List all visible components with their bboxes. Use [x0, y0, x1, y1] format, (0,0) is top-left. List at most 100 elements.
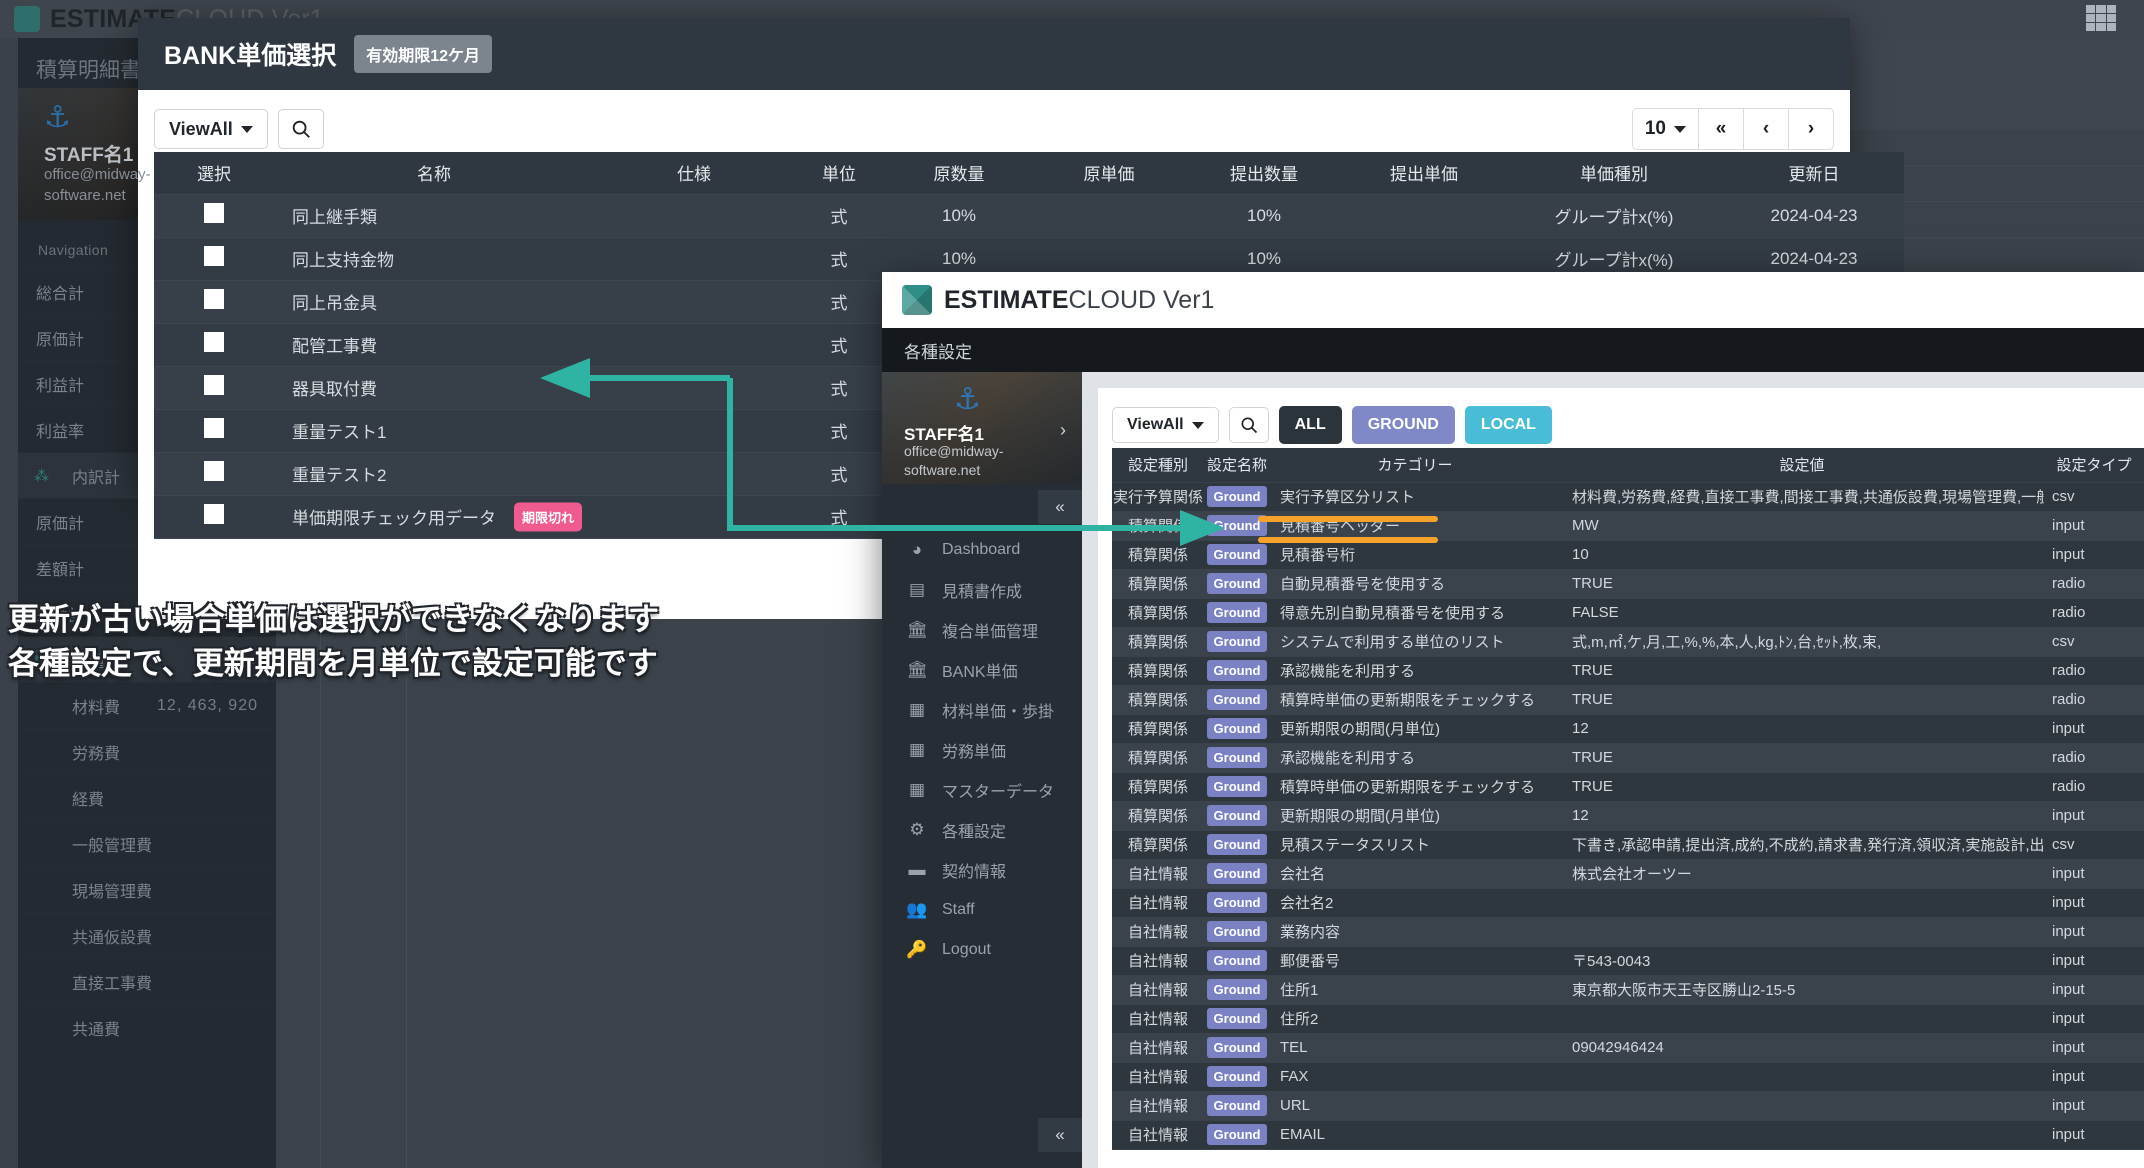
table-row[interactable]: 積算関係 Ground 積算時単価の更新期限をチェックする TRUE radio [1112, 685, 2144, 715]
table-row[interactable]: 積算関係 Ground 自動見積番号を使用する TRUE radio [1112, 569, 2144, 599]
table-row[interactable]: 積算関係 Ground システムで利用する単位のリスト 式,m,㎡,ケ,月,工,%,%… [1112, 627, 2144, 657]
sidebar-item-複合単価管理[interactable]: 🏛 複合単価管理 [882, 610, 1082, 650]
row-checkbox-cell[interactable] [154, 452, 274, 496]
table-row[interactable]: 自社情報 Ground FAX input [1112, 1062, 2144, 1092]
table-row[interactable]: 自社情報 Ground 郵便番号 〒543-0043 input [1112, 946, 2144, 976]
column-header[interactable]: 仕様 [594, 152, 794, 195]
background-nav-row[interactable]: 共通費 [18, 1004, 276, 1050]
column-header[interactable]: 設定種別 [1112, 448, 1204, 483]
cell-category: 見積番号桁 [1270, 540, 1560, 570]
sidebar-item-logout[interactable]: 🔑 Logout [882, 930, 1082, 970]
row-checkbox-cell[interactable] [154, 280, 274, 324]
table-row[interactable]: 積算関係 Ground 更新期限の期間(月単位) 12 input [1112, 801, 2144, 831]
background-nav-row[interactable]: 経費 [18, 774, 276, 820]
chevron-down-icon[interactable]: ⌄ [245, 650, 258, 670]
table-row[interactable]: 積算関係 Ground 得意先別自動見積番号を使用する FALSE radio [1112, 598, 2144, 628]
row-checkbox[interactable] [204, 375, 224, 395]
row-checkbox[interactable] [204, 504, 224, 524]
cell-setting-kind: 自社情報 [1112, 1062, 1204, 1092]
next-page-button[interactable]: › [1788, 108, 1834, 150]
table-row[interactable]: 自社情報 Ground 会社名2 input [1112, 888, 2144, 918]
background-nav-row[interactable]: 労務費 [18, 728, 276, 774]
table-row[interactable]: 自社情報 Ground 住所1 東京都大阪市天王寺区勝山2-15-5 input [1112, 975, 2144, 1005]
sidebar-item-マスターデータ[interactable]: ▦ マスターデータ [882, 770, 1082, 810]
sidebar-collapse-button-bottom[interactable]: « [1038, 1118, 1082, 1152]
background-nav-row[interactable]: 直接工事費 [18, 958, 276, 1004]
row-checkbox[interactable] [204, 289, 224, 309]
key-icon: 🔑 [906, 940, 928, 959]
table-row[interactable]: 自社情報 Ground TEL 09042946424 input [1112, 1033, 2144, 1063]
background-nav-row[interactable]: 現場管理費 [18, 866, 276, 912]
background-nav-row[interactable]: 材料費 12, 463, 920 [18, 682, 276, 728]
column-header[interactable]: 単位 [794, 152, 884, 195]
sidebar-collapse-button-top[interactable]: « [1038, 490, 1082, 524]
table-row[interactable]: 自社情報 Ground EMAIL input [1112, 1120, 2144, 1150]
settings-profile[interactable]: ⚓ STAFF名1 › office@midway-software.net [882, 372, 1082, 484]
sidebar-item-労務単価[interactable]: ▦ 労務単価 [882, 730, 1082, 770]
table-row[interactable]: 積算関係 Ground 更新期限の期間(月単位) 12 input [1112, 714, 2144, 744]
column-header[interactable]: 名称 [274, 152, 594, 195]
filter-button-all[interactable]: ALL [1278, 406, 1342, 444]
column-header[interactable]: 更新日 [1724, 152, 1904, 195]
row-checkbox[interactable] [204, 332, 224, 352]
prev-page-button[interactable]: ‹ [1743, 108, 1789, 150]
column-header[interactable]: 原数量 [884, 152, 1034, 195]
sidebar-item-契約情報[interactable]: ▬ 契約情報 [882, 850, 1082, 890]
row-checkbox-cell[interactable] [154, 237, 274, 281]
row-checkbox[interactable] [204, 461, 224, 481]
filter-button-local[interactable]: LOCAL [1464, 406, 1552, 444]
settings-table: 設定種別 設定名称 カテゴリー 設定値 設定タイプ 実行予算関係 Ground 実行予算区分… [1112, 448, 2144, 1150]
column-header[interactable]: 単価種別 [1504, 152, 1724, 195]
background-nav-row[interactable]: 共通仮設費 [18, 912, 276, 958]
cell-scope-badge: Ground [1204, 540, 1270, 570]
sidebar-item-見積書作成[interactable]: ▤ 見積書作成 [882, 570, 1082, 610]
table-row[interactable]: 自社情報 Ground 会社名 株式会社オーツー input [1112, 859, 2144, 889]
cell-type: input [2044, 801, 2144, 831]
column-header[interactable]: カテゴリー [1270, 448, 1560, 483]
row-checkbox[interactable] [204, 246, 224, 266]
table-row[interactable]: 積算関係 Ground 積算時単価の更新期限をチェックする TRUE radio [1112, 772, 2144, 802]
sidebar-item-材料単価・歩掛[interactable]: ▦ 材料単価・歩掛 [882, 690, 1082, 730]
background-nav-row[interactable]: 一般管理費 [18, 820, 276, 866]
sidebar-item-label: 契約情報 [942, 864, 1007, 881]
ground-badge: Ground [1206, 515, 1268, 536]
row-checkbox[interactable] [204, 203, 224, 223]
table-row[interactable]: 実行予算関係 Ground 実行予算区分リスト 材料費,労務費,経費,直接工事費,間接… [1112, 482, 2144, 512]
table-row[interactable]: 積算関係 Ground 見積ステータスリスト 下書き,承認申請,提出済,成約,不成約,… [1112, 830, 2144, 860]
page-size-select[interactable]: 10 [1631, 108, 1699, 150]
table-row[interactable]: 積算関係 Ground 承認機能を利用する TRUE radio [1112, 656, 2144, 686]
table-row[interactable]: 自社情報 Ground 住所2 input [1112, 1004, 2144, 1034]
filter-button-ground[interactable]: GROUND [1351, 406, 1455, 444]
table-row[interactable]: 同上継手類式 10% 10% グループ計x(%) 2024-04-23 [154, 194, 1904, 238]
table-row[interactable]: 積算関係 Ground 承認機能を利用する TRUE radio [1112, 743, 2144, 773]
sidebar-item-bank単価[interactable]: 🏛 BANK単価 [882, 650, 1082, 690]
row-checkbox-cell[interactable] [154, 323, 274, 367]
grid-icon[interactable] [2086, 5, 2116, 31]
chevron-right-icon[interactable]: › [1060, 420, 1066, 441]
view-all-dropdown[interactable]: ViewAll [154, 109, 268, 149]
view-all-dropdown[interactable]: ViewAll [1112, 407, 1219, 443]
column-header[interactable]: 設定名称 [1204, 448, 1270, 483]
sidebar-item-staff[interactable]: 👥 Staff [882, 890, 1082, 930]
row-checkbox-cell[interactable] [154, 366, 274, 410]
first-page-button[interactable]: « [1698, 108, 1744, 150]
sidebar-item-dashboard[interactable]: ◕ Dashboard [882, 530, 1082, 570]
search-button[interactable] [277, 109, 324, 149]
column-header[interactable]: 提出単価 [1344, 152, 1504, 195]
table-row[interactable]: 自社情報 Ground URL input [1112, 1091, 2144, 1121]
column-header[interactable]: 設定値 [1560, 448, 2044, 483]
row-checkbox-cell[interactable] [154, 495, 274, 539]
cell-value: 材料費,労務費,経費,直接工事費,間接工事費,共通仮設費,現場管理費,一般管理費 [1560, 482, 2044, 512]
row-checkbox[interactable] [204, 418, 224, 438]
cell-category: EMAIL [1270, 1120, 1560, 1150]
sidebar-item-各種設定[interactable]: ⚙ 各種設定 [882, 810, 1082, 850]
background-nav-row[interactable]: ▦ 工種計 ⌄ [18, 636, 276, 682]
column-header[interactable]: 提出数量 [1184, 152, 1344, 195]
table-row[interactable]: 積算関係 Ground 見積番号桁 10 input [1112, 540, 2144, 570]
column-header[interactable]: 原単価 [1034, 152, 1184, 195]
column-header[interactable]: 設定タイプ [2044, 448, 2144, 483]
row-checkbox-cell[interactable] [154, 409, 274, 453]
table-row[interactable]: 自社情報 Ground 業務内容 input [1112, 917, 2144, 947]
table-row[interactable]: 積算関係 Ground 見積番号ヘッダー MW input [1112, 511, 2144, 541]
search-button[interactable] [1228, 407, 1269, 443]
